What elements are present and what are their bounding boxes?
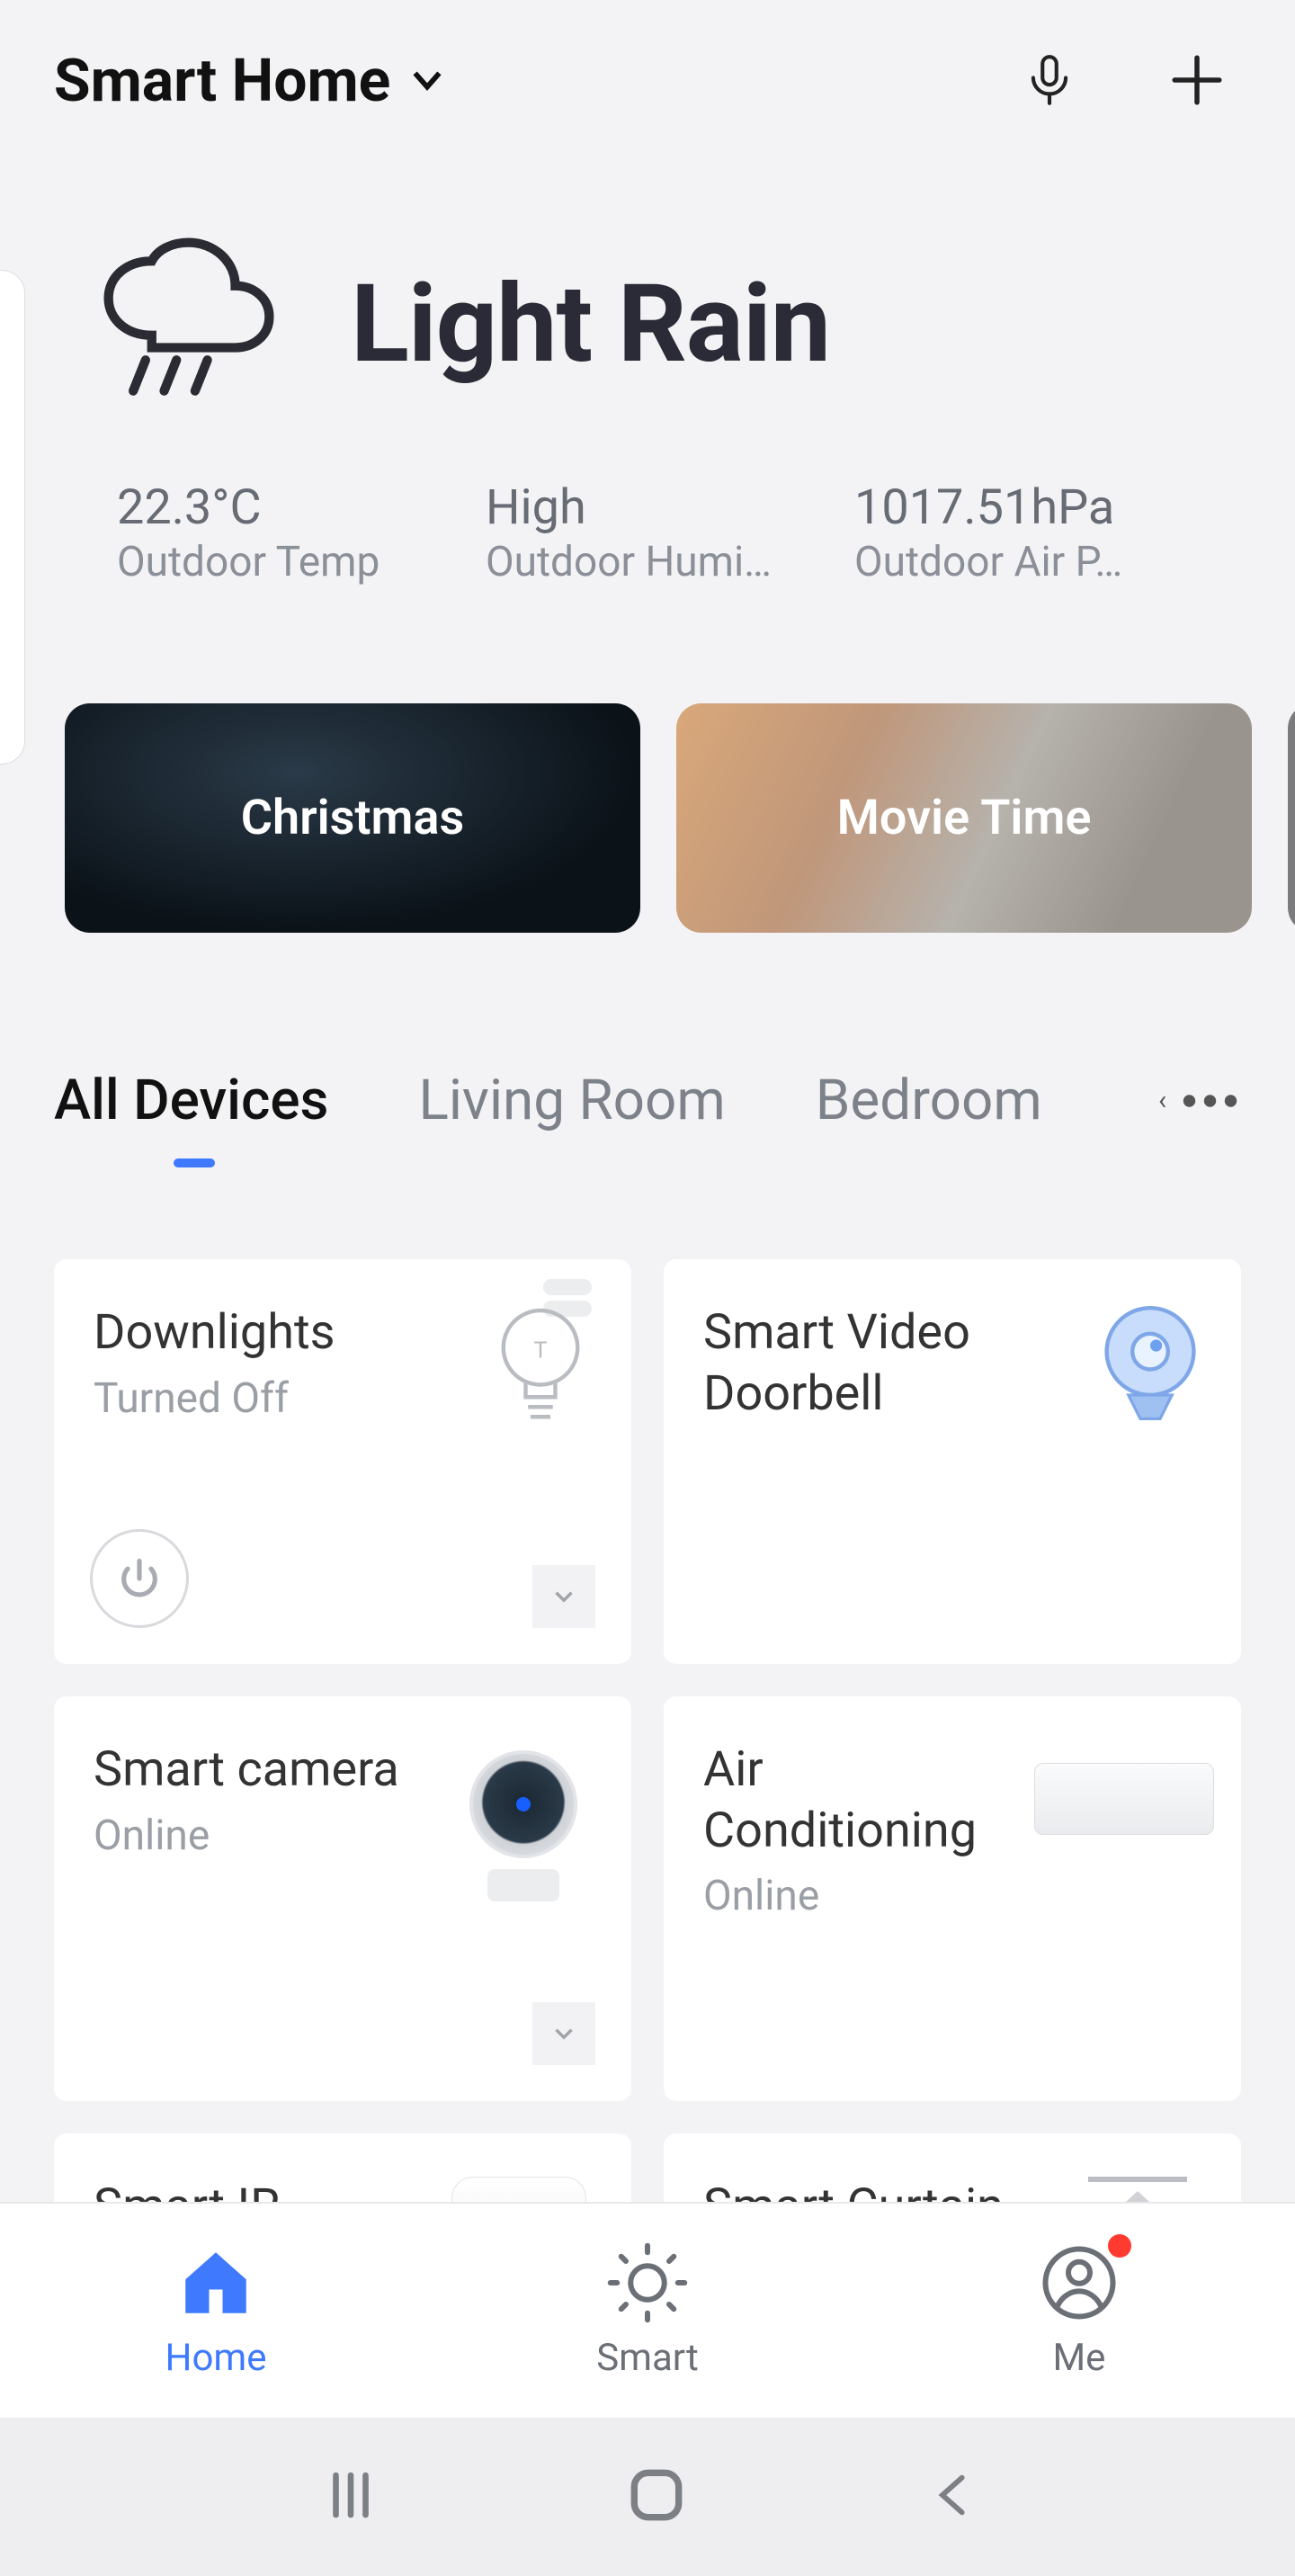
svg-text:T: T [534, 1337, 548, 1364]
device-name: Smart camera [94, 1740, 435, 1801]
profile-icon [1034, 2242, 1124, 2327]
scene-card-movie[interactable]: Movie Time [676, 703, 1252, 933]
outdoor-humidity-label: Outdoor Humi… [486, 538, 782, 586]
recents-button[interactable] [316, 2465, 386, 2528]
outdoor-pressure: 1017.51hPa Outdoor Air P… [854, 479, 1223, 586]
weather-panel[interactable]: Light Rain 22.3°C Outdoor Temp High Outd… [0, 134, 1295, 586]
device-name: Air Conditioning [703, 1740, 1045, 1861]
system-edge-handle[interactable] [0, 270, 25, 765]
device-card-downlights[interactable]: Downlights Turned Off T [54, 1259, 631, 1664]
sun-icon [603, 2242, 692, 2327]
home-title: Smart Home [54, 47, 390, 116]
nav-label: Me [1053, 2336, 1106, 2380]
device-card-camera[interactable]: Smart camera Online [54, 1696, 631, 2101]
outdoor-temp: 22.3°C Outdoor Temp [117, 479, 486, 586]
home-icon [171, 2242, 261, 2327]
device-status: Online [703, 1872, 1201, 1920]
scene-label: Christmas [241, 790, 464, 846]
camera-icon [469, 1750, 577, 1901]
nav-home[interactable]: Home [0, 2204, 432, 2418]
device-name: Downlights [94, 1302, 435, 1364]
scene-card-next[interactable] [1288, 703, 1295, 933]
tab-all-devices[interactable]: All Devices [54, 1068, 328, 1133]
tab-bedroom[interactable]: Bedroom [816, 1068, 1042, 1133]
tab-living-room[interactable]: Living Room [418, 1068, 725, 1133]
power-button[interactable] [90, 1529, 189, 1628]
nav-label: Home [165, 2336, 266, 2380]
device-grid: Downlights Turned Off T Smart Video Door… [0, 1133, 1295, 2295]
nav-smart[interactable]: Smart [432, 2204, 863, 2418]
expand-button[interactable] [532, 2002, 595, 2065]
device-card-doorbell[interactable]: Smart Video Doorbell [664, 1259, 1241, 1664]
bottom-nav: Home Smart Me [0, 2202, 1295, 2418]
weather-condition: Light Rain [351, 262, 830, 388]
bulb-icon: T [491, 1302, 590, 1441]
expand-button[interactable] [532, 1565, 595, 1628]
app-header: Smart Home [0, 0, 1295, 134]
air-conditioner-icon [1034, 1763, 1214, 1835]
doorbell-icon [1101, 1302, 1200, 1432]
scene-label: Movie Time [837, 790, 1092, 846]
chevron-down-icon [406, 59, 448, 104]
outdoor-pressure-label: Outdoor Air P… [854, 538, 1151, 586]
outdoor-pressure-value: 1017.51hPa [854, 479, 1223, 536]
system-nav-bar [0, 2418, 1295, 2576]
outdoor-temp-label: Outdoor Temp [117, 538, 414, 586]
home-button[interactable] [621, 2462, 692, 2532]
microphone-icon[interactable] [1022, 52, 1077, 112]
device-card-ac[interactable]: Air Conditioning Online [664, 1696, 1241, 2101]
add-icon[interactable] [1167, 50, 1227, 113]
scene-card-christmas[interactable]: Christmas [65, 703, 640, 933]
notification-badge [1108, 2234, 1131, 2258]
device-name: Smart Video Doorbell [703, 1302, 1045, 1424]
outdoor-humidity: High Outdoor Humi… [486, 479, 854, 586]
back-button[interactable] [927, 2462, 979, 2532]
nav-me[interactable]: Me [863, 2204, 1295, 2418]
weather-rain-icon [90, 233, 288, 416]
outdoor-humidity-value: High [486, 479, 854, 536]
scene-carousel[interactable]: Christmas Movie Time [0, 586, 1295, 933]
room-tabs: All Devices Living Room Bedroom ‹ [0, 933, 1295, 1133]
outdoor-temp-value: 22.3°C [117, 479, 486, 536]
nav-label: Smart [596, 2336, 699, 2380]
home-selector[interactable]: Smart Home [54, 47, 448, 116]
tabs-more-icon[interactable]: ‹ [1158, 1085, 1241, 1117]
svg-text:‹: ‹ [1158, 1085, 1166, 1116]
